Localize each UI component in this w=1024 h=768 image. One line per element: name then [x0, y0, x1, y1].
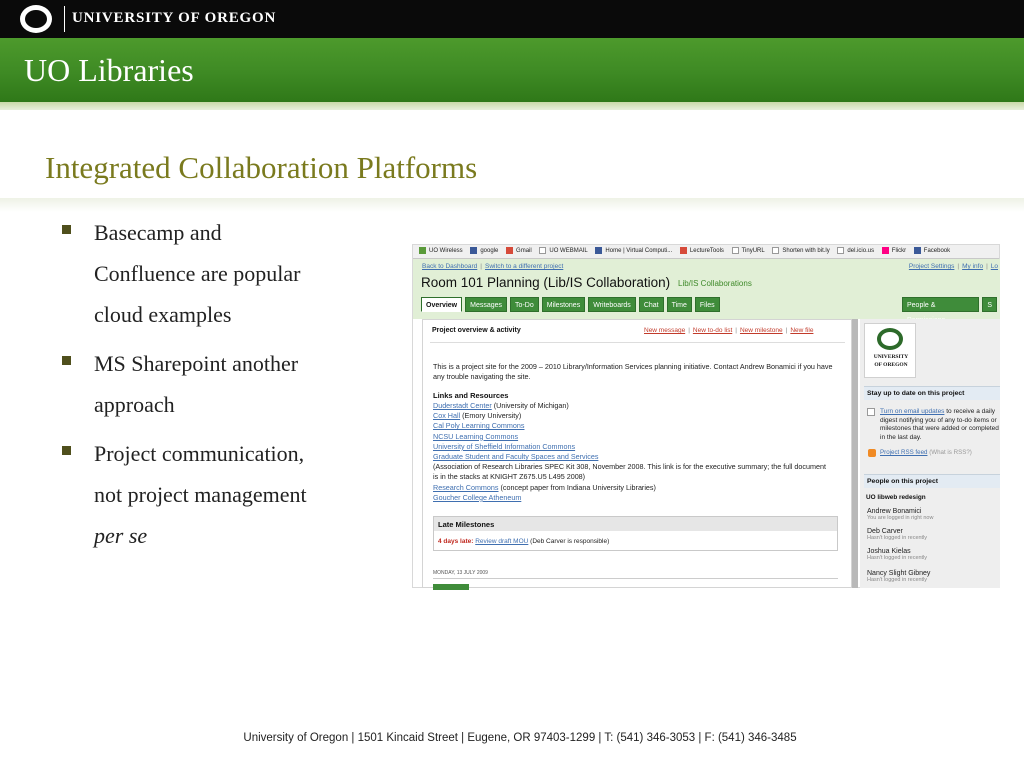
- bullet-line: Project communication,: [94, 441, 305, 466]
- bullet-line: Basecamp and: [94, 220, 222, 245]
- bullet-line: Confluence are popular: [94, 261, 301, 286]
- browser-bookmarks-bar: UO Wireless google Gmail UO WEBMAIL Home…: [413, 245, 999, 259]
- page-icon: [772, 246, 780, 254]
- bookmark-label: TinyURL: [741, 248, 765, 254]
- page-icon: [539, 246, 547, 254]
- bullet-line: MS Sharepoint another: [94, 351, 299, 376]
- bullet-item: Project communication, not project manag…: [62, 433, 362, 556]
- bookmark[interactable]: UO Wireless: [419, 245, 463, 258]
- bookmark[interactable]: Gmail: [506, 245, 532, 258]
- bookmark-label: Home | Virtual Computi...: [605, 248, 673, 254]
- bookmark[interactable]: del.icio.us: [837, 245, 874, 258]
- libraries-banner: UO Libraries: [0, 38, 1024, 102]
- google-icon: [470, 246, 478, 254]
- banner-title: UO Libraries: [24, 52, 194, 88]
- bookmark[interactable]: TinyURL: [731, 245, 765, 258]
- bullet-item: MS Sharepoint another approach: [62, 343, 362, 425]
- page-icon: [837, 246, 845, 254]
- bookmark[interactable]: google: [470, 245, 498, 258]
- bookmark[interactable]: UO WEBMAIL: [539, 245, 588, 258]
- bookmark-label: google: [480, 248, 499, 254]
- flickr-icon: [881, 246, 889, 254]
- bullet-line: cloud examples: [94, 302, 232, 327]
- university-header-bar: UNIVERSITY OF OREGON: [0, 0, 1024, 38]
- title-rule: [0, 198, 1024, 212]
- bullet-italic: per se: [94, 523, 148, 548]
- bullet-square-icon: [62, 356, 71, 365]
- lecture-icon: [679, 246, 687, 254]
- bullet-line: not project management: [94, 482, 307, 507]
- globe-icon: [595, 246, 603, 254]
- bookmark[interactable]: LectureTools: [679, 245, 724, 258]
- bookmark[interactable]: Flickr: [881, 245, 907, 258]
- bullet-item: Basecamp and Confluence are popular clou…: [62, 212, 362, 335]
- university-name: UNIVERSITY OF OREGON: [72, 10, 277, 26]
- bullet-list: Basecamp and Confluence are popular clou…: [62, 212, 362, 564]
- page-icon: [731, 246, 739, 254]
- project-header: [413, 259, 1000, 319]
- bullet-square-icon: [62, 225, 71, 234]
- bookmark-label: Facebook: [923, 248, 951, 254]
- bookmark-label: UO WEBMAIL: [549, 248, 588, 254]
- header-divider: [64, 6, 65, 32]
- bookmark-label: UO Wireless: [429, 248, 463, 254]
- bookmark-label: del.icio.us: [847, 248, 875, 254]
- bookmark[interactable]: Home | Virtual Computi...: [595, 245, 672, 258]
- bookmark[interactable]: Shorten with bit.ly: [772, 245, 830, 258]
- slide-title: Integrated Collaboration Platforms: [45, 150, 478, 185]
- bookmark-label: LectureTools: [689, 248, 724, 254]
- bookmark[interactable]: Facebook: [913, 245, 951, 258]
- bullet-line: approach: [94, 392, 175, 417]
- gmail-icon: [506, 246, 514, 254]
- banner-stripe: [0, 102, 1024, 110]
- bookmark-label: Flickr: [891, 248, 907, 254]
- bookmark-label: Gmail: [516, 248, 532, 254]
- bullet-square-icon: [62, 446, 71, 455]
- facebook-icon: [913, 246, 921, 254]
- slide-footer: University of Oregon | 1501 Kincaid Stre…: [243, 732, 797, 744]
- bookmark-label: Shorten with bit.ly: [782, 248, 830, 254]
- uo-o-logo-icon: [20, 5, 52, 33]
- wifi-icon: [419, 246, 426, 254]
